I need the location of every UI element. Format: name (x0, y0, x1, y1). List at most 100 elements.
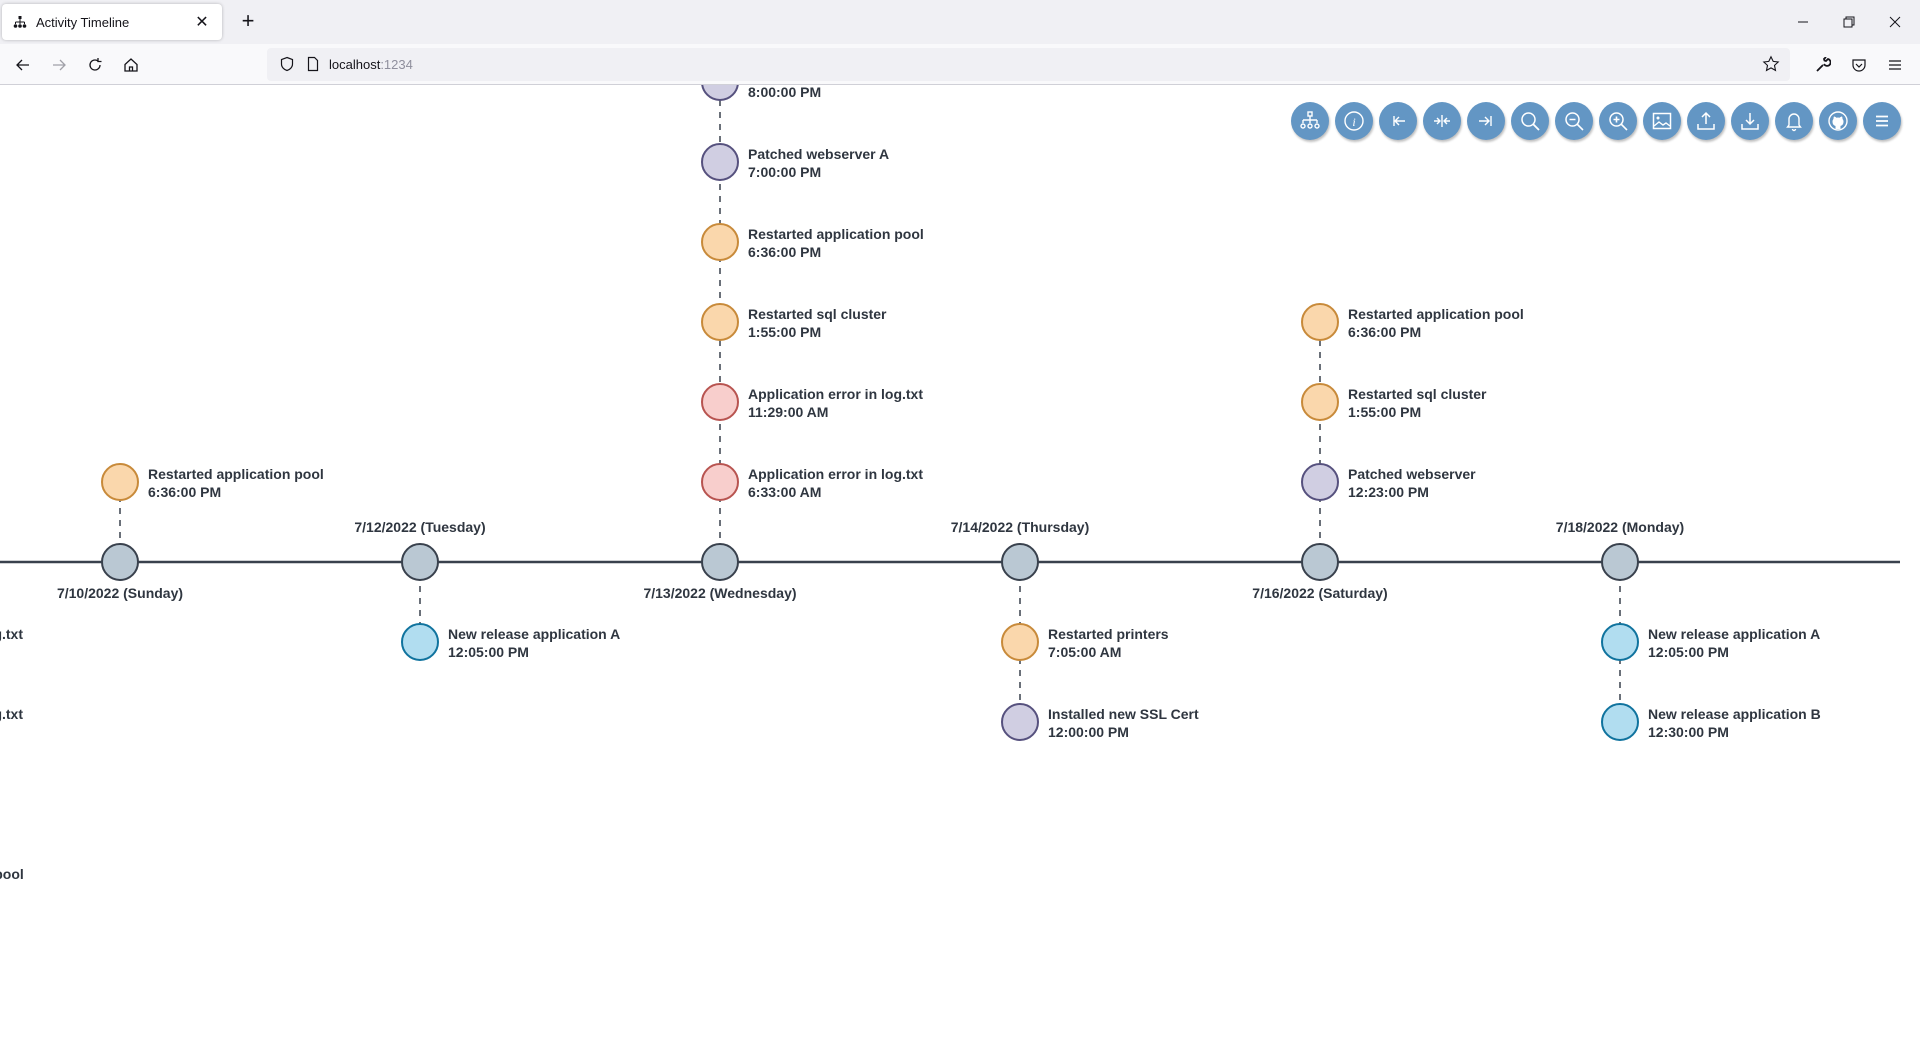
home-button[interactable] (118, 52, 144, 78)
event-node-patch[interactable] (1301, 463, 1339, 501)
reload-icon (89, 58, 102, 71)
day-label: 7/18/2022 (Monday) (1556, 519, 1684, 535)
hamburger-icon (1889, 60, 1901, 70)
event-node-restart[interactable] (701, 223, 739, 261)
home-icon (124, 58, 138, 72)
tab-close-icon[interactable]: ✕ (192, 12, 212, 32)
event-node-release[interactable] (401, 623, 439, 661)
event-title: Restarted printers (1048, 626, 1169, 642)
event-title: Patched webserver A (748, 146, 889, 162)
zoom-in-icon (1609, 112, 1628, 131)
event-time: 8:00:00 PM (748, 85, 821, 100)
info-button[interactable]: i (1335, 102, 1373, 140)
zoom-out-button[interactable] (1555, 102, 1593, 140)
event-time: 11:29:00 AM (748, 404, 828, 420)
hierarchy-icon (1300, 111, 1320, 129)
image-icon (1652, 112, 1672, 130)
pocket-button[interactable] (1846, 52, 1872, 78)
bookmark-star-icon[interactable] (1762, 55, 1780, 78)
tab-strip: Activity Timeline ✕ + (0, 0, 1920, 44)
event-node-restart[interactable] (101, 463, 139, 501)
extensions-button[interactable] (1810, 52, 1836, 78)
url-host: localhost (329, 57, 381, 72)
event-node-restart[interactable] (1301, 303, 1339, 341)
event-title-offscreen: Application error in log.txt (0, 626, 23, 642)
event-time: 6:36:00 PM (1348, 324, 1421, 340)
download-icon (1741, 113, 1759, 130)
event-time: 12:30:00 PM (1648, 724, 1729, 740)
day-node[interactable] (401, 543, 439, 581)
bell-button[interactable] (1775, 102, 1813, 140)
url-text[interactable]: localhost:1234 (329, 57, 413, 72)
event-title-offscreen: Restarted application pool (0, 866, 24, 882)
event-time: 12:00:00 PM (1048, 724, 1129, 740)
event-time: 1:55:00 PM (1348, 404, 1421, 420)
menu-button[interactable] (1863, 102, 1901, 140)
day-node[interactable] (701, 543, 739, 581)
event-title: Application error in log.txt (748, 386, 923, 402)
app-menu-button[interactable] (1882, 52, 1908, 78)
url-port: :1234 (380, 57, 413, 72)
event-node-error[interactable] (701, 463, 739, 501)
zoom-in-button[interactable] (1599, 102, 1637, 140)
download-button[interactable] (1731, 102, 1769, 140)
event-node-release[interactable] (1601, 623, 1639, 661)
minimize-button[interactable] (1780, 0, 1826, 44)
day-node[interactable] (101, 543, 139, 581)
event-title: Restarted application pool (148, 466, 324, 482)
github-button[interactable] (1819, 102, 1857, 140)
hierarchy-button[interactable] (1291, 102, 1329, 140)
event-node-restart[interactable] (1001, 623, 1039, 661)
url-bar[interactable]: localhost:1234 (267, 48, 1790, 81)
event-node-release[interactable] (1601, 703, 1639, 741)
event-title: Restarted sql cluster (1348, 386, 1487, 402)
page-icon[interactable] (305, 56, 321, 77)
event-title: New release application B (1648, 706, 1821, 722)
event-node-restart[interactable] (1301, 383, 1339, 421)
shield-icon[interactable] (279, 56, 295, 77)
zoom-out-icon (1565, 112, 1584, 131)
event-title: New release application A (1648, 626, 1820, 642)
tab-title: Activity Timeline (36, 14, 130, 30)
sitemap-icon (12, 14, 28, 30)
upload-button[interactable] (1687, 102, 1725, 140)
event-node-patch[interactable] (701, 143, 739, 181)
event-time: 7:00:00 PM (748, 164, 821, 180)
go-to-start-button[interactable] (1379, 102, 1417, 140)
collapse-button[interactable] (1423, 102, 1461, 140)
day-node[interactable] (1001, 543, 1039, 581)
forward-arrow-icon (53, 59, 66, 71)
event-title: Patched webserver (1348, 466, 1476, 482)
event-title-offscreen: Application error in log.txt (0, 706, 23, 722)
info-icon: i (1344, 111, 1364, 131)
restore-button[interactable] (1826, 0, 1872, 44)
upload-icon (1697, 111, 1715, 130)
new-tab-button[interactable]: + (236, 10, 260, 34)
search-button[interactable] (1511, 102, 1549, 140)
day-label: 7/13/2022 (Wednesday) (643, 585, 796, 601)
event-time: 6:36:00 PM (148, 484, 221, 500)
page-content: Application error in log.txt Application … (0, 85, 1920, 1040)
event-time: 6:33:00 AM (748, 484, 821, 500)
go-to-end-button[interactable] (1467, 102, 1505, 140)
go-to-start-icon (1393, 116, 1405, 126)
event-node-patch[interactable] (1001, 703, 1039, 741)
go-to-end-icon (1479, 116, 1492, 126)
bell-icon (1786, 113, 1802, 132)
event-node-restart[interactable] (701, 303, 739, 341)
timeline-canvas[interactable]: Application error in log.txt Application … (0, 85, 1920, 1040)
day-node[interactable] (1301, 543, 1339, 581)
back-button[interactable] (10, 52, 36, 78)
reload-button[interactable] (82, 52, 108, 78)
event-node-error[interactable] (701, 383, 739, 421)
day-label: 7/12/2022 (Tuesday) (354, 519, 485, 535)
tab-activity-timeline[interactable]: Activity Timeline ✕ (2, 4, 222, 40)
collapse-icon (1434, 115, 1450, 127)
close-window-button[interactable] (1872, 0, 1918, 44)
back-arrow-icon (16, 59, 29, 71)
forward-button[interactable] (46, 52, 72, 78)
image-button[interactable] (1643, 102, 1681, 140)
event-node-patch[interactable] (701, 85, 739, 101)
day-label: 7/14/2022 (Thursday) (951, 519, 1090, 535)
day-node[interactable] (1601, 543, 1639, 581)
